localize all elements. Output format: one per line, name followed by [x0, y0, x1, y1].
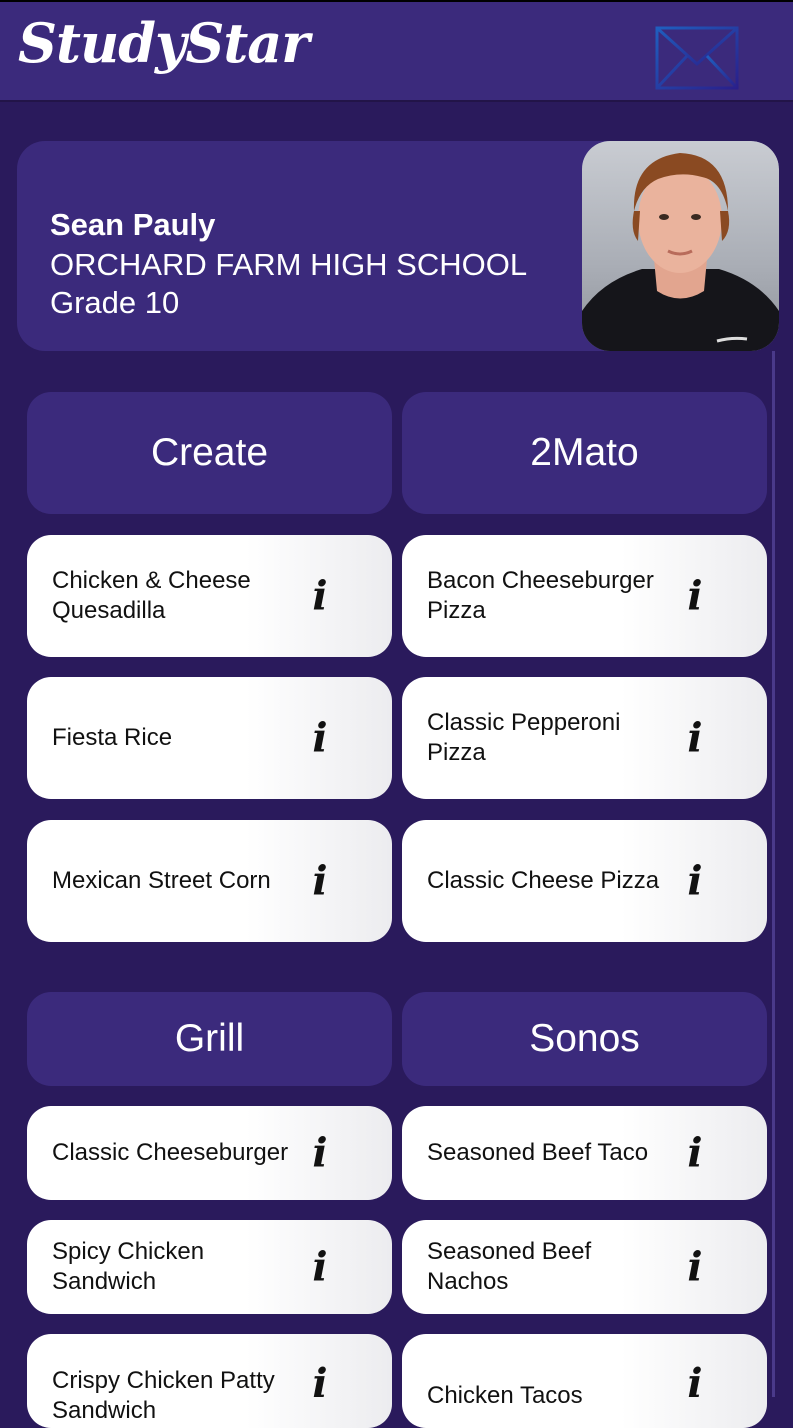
top-bar: StudySt​ar: [0, 0, 793, 102]
menu-item-label: Classic Cheese Pizza: [427, 867, 660, 894]
info-icon[interactable]: i: [683, 858, 707, 905]
menu-item-card[interactable]: Mexican Street Corn i: [27, 820, 392, 942]
student-profile-card: Sean Pauly ORCHARD FARM HIGH SCHOOL Grad…: [17, 141, 779, 351]
student-school: ORCHARD FARM HIGH SCHOOL: [50, 247, 528, 282]
info-icon[interactable]: i: [308, 858, 332, 905]
station-header-create[interactable]: Create: [27, 392, 392, 514]
menu-item-card[interactable]: Classic Cheeseburger i: [27, 1106, 392, 1200]
menu-item-card[interactable]: Chicken & Cheese Quesadilla i: [27, 535, 392, 657]
menu-item-card[interactable]: Classic Cheese Pizza i: [402, 820, 767, 942]
info-icon[interactable]: i: [683, 573, 707, 620]
app-logo: StudySt​ar: [18, 11, 310, 75]
student-photo: [582, 141, 779, 351]
info-icon[interactable]: i: [683, 715, 707, 762]
info-icon[interactable]: i: [683, 1244, 707, 1291]
station-header-grill[interactable]: Grill: [27, 992, 392, 1086]
menu-item-card[interactable]: Crispy Chicken Patty Sandwich i: [27, 1334, 392, 1428]
menu-item-card[interactable]: Seasoned Beef Nachos i: [402, 1220, 767, 1314]
menu-item-label: Bacon Cheeseburger Pizza: [427, 567, 654, 624]
info-icon[interactable]: i: [308, 1244, 332, 1291]
menu-item-label: Seasoned Beef Taco: [427, 1139, 649, 1166]
menu-item-card[interactable]: Fiesta Rice i: [27, 677, 392, 799]
station-header-sonos[interactable]: Sonos: [402, 992, 767, 1086]
menu-item-label: Spicy Chicken Sandwich: [52, 1238, 205, 1295]
menu-item-label: Chicken Tacos: [427, 1382, 583, 1409]
menu-item-label: Classic Cheeseburger: [52, 1139, 289, 1166]
info-icon[interactable]: i: [308, 1130, 332, 1177]
info-icon[interactable]: i: [308, 1360, 332, 1407]
station-header-2mato[interactable]: 2Mato: [402, 392, 767, 514]
menu-item-label: Classic Pepperoni Pizza: [427, 709, 621, 766]
menu-item-label: Crispy Chicken Patty Sandwich: [52, 1367, 275, 1424]
info-icon[interactable]: i: [308, 715, 332, 762]
menu-item-label: Mexican Street Corn: [52, 867, 271, 894]
student-grade: Grade 10: [50, 285, 180, 320]
menu-item-label: Seasoned Beef Nachos: [427, 1238, 592, 1295]
menu-item-label: Chicken & Cheese Quesadilla: [52, 567, 251, 624]
student-name: Sean Pauly: [50, 207, 216, 242]
scrollbar[interactable]: [772, 351, 775, 1397]
mail-icon[interactable]: [655, 26, 739, 90]
info-icon[interactable]: i: [308, 573, 332, 620]
info-icon[interactable]: i: [683, 1130, 707, 1177]
menu-item-card[interactable]: Spicy Chicken Sandwich i: [27, 1220, 392, 1314]
menu-item-card[interactable]: Classic Pepperoni Pizza i: [402, 677, 767, 799]
menu-item-card[interactable]: Seasoned Beef Taco i: [402, 1106, 767, 1200]
info-icon[interactable]: i: [683, 1360, 707, 1407]
menu-item-card[interactable]: Bacon Cheeseburger Pizza i: [402, 535, 767, 657]
menu-item-label: Fiesta Rice: [52, 724, 173, 751]
menu-item-card[interactable]: Chicken Tacos i: [402, 1334, 767, 1428]
